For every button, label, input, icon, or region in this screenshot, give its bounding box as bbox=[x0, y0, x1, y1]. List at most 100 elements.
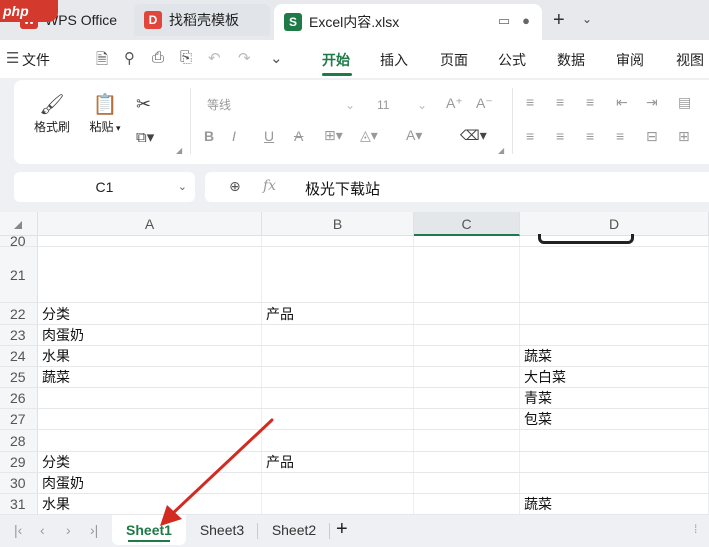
fill-color-icon[interactable]: ◬▾ bbox=[360, 127, 378, 144]
row-header[interactable]: 28 bbox=[0, 430, 38, 451]
chevron-down-icon[interactable]: ⌄ bbox=[582, 12, 592, 26]
cell-c[interactable] bbox=[414, 409, 520, 429]
cell-d[interactable] bbox=[520, 473, 709, 493]
cell-c[interactable] bbox=[414, 430, 520, 451]
cell-c[interactable] bbox=[414, 247, 520, 302]
strikethrough-icon[interactable]: A bbox=[294, 128, 303, 144]
add-sheet-button[interactable]: + bbox=[336, 518, 348, 541]
cell-b[interactable] bbox=[262, 430, 414, 451]
underline-icon[interactable]: U bbox=[264, 128, 274, 144]
row-header[interactable]: 25 bbox=[0, 367, 38, 387]
cell-b[interactable] bbox=[262, 325, 414, 345]
cell-c[interactable] bbox=[414, 303, 520, 324]
increase-font-icon[interactable]: A⁺ bbox=[446, 95, 463, 112]
column-header-c[interactable]: C bbox=[414, 212, 520, 236]
indent-increase-icon[interactable]: ⇥ bbox=[646, 94, 658, 111]
cell-a[interactable]: 分类 bbox=[38, 452, 262, 472]
undo-icon[interactable]: ↶ bbox=[208, 49, 221, 67]
align-middle-icon[interactable]: ≡ bbox=[556, 94, 564, 110]
cell-d[interactable] bbox=[520, 452, 709, 472]
cell-a[interactable]: 水果 bbox=[38, 346, 262, 366]
cell-b[interactable] bbox=[262, 494, 414, 514]
column-header-a[interactable]: A bbox=[38, 212, 262, 236]
last-sheet-icon[interactable]: ›| bbox=[90, 522, 98, 538]
distribute-icon[interactable]: ⊟ bbox=[646, 128, 658, 145]
save-icon[interactable]: 🗎 bbox=[96, 49, 108, 74]
cell-a[interactable] bbox=[38, 236, 262, 246]
chevron-down-icon[interactable]: ⌄ bbox=[270, 49, 283, 67]
align-top-icon[interactable]: ≡ bbox=[526, 94, 534, 110]
cell-c[interactable] bbox=[414, 346, 520, 366]
decrease-font-icon[interactable]: A⁻ bbox=[476, 95, 493, 112]
function-icon[interactable]: fx bbox=[263, 178, 276, 194]
cell-d[interactable] bbox=[520, 303, 709, 324]
cell-b[interactable] bbox=[262, 409, 414, 429]
font-name-select[interactable]: 等线 ⌄ bbox=[200, 93, 362, 115]
cell-a[interactable] bbox=[38, 247, 262, 302]
hamburger-icon[interactable]: ☰ bbox=[6, 49, 19, 67]
menu-formulas[interactable]: 公式 bbox=[498, 50, 526, 70]
expand-icon[interactable]: ◢ bbox=[176, 146, 182, 155]
bold-icon[interactable]: B bbox=[204, 128, 214, 144]
justify-icon[interactable]: ≡ bbox=[616, 128, 624, 144]
new-tab-button[interactable]: + bbox=[553, 9, 565, 32]
border-icon[interactable]: ⊞▾ bbox=[324, 127, 343, 144]
cell-b[interactable] bbox=[262, 473, 414, 493]
cell-c[interactable] bbox=[414, 494, 520, 514]
cell-d[interactable]: 蔬菜 bbox=[520, 494, 709, 514]
redo-icon[interactable]: ↷ bbox=[238, 49, 251, 67]
next-sheet-icon[interactable]: › bbox=[66, 522, 71, 538]
formula-input[interactable]: ⊕ fx 极光下载站 bbox=[205, 172, 709, 202]
cell-d[interactable] bbox=[520, 430, 709, 451]
cell-a[interactable]: 水果 bbox=[38, 494, 262, 514]
row-header[interactable]: 22 bbox=[0, 303, 38, 324]
menu-data[interactable]: 数据 bbox=[557, 50, 585, 70]
name-box[interactable]: C1 ⌄ bbox=[14, 172, 195, 202]
menu-insert[interactable]: 插入 bbox=[380, 50, 408, 70]
column-header-b[interactable]: B bbox=[262, 212, 414, 236]
chevron-down-icon[interactable]: ⌄ bbox=[178, 172, 187, 202]
row-header[interactable]: 23 bbox=[0, 325, 38, 345]
copy-icon[interactable]: ⧉▾ bbox=[136, 128, 154, 146]
merge-cells-icon[interactable]: ⊞ bbox=[678, 128, 690, 145]
row-header[interactable]: 24 bbox=[0, 346, 38, 366]
indent-decrease-icon[interactable]: ⇤ bbox=[616, 94, 628, 111]
menu-file[interactable]: 文件 bbox=[22, 50, 50, 70]
cell-b[interactable] bbox=[262, 346, 414, 366]
sheet-tab-sheet2[interactable]: Sheet2 bbox=[260, 515, 328, 545]
cell-d[interactable]: 大白菜 bbox=[520, 367, 709, 387]
cut-icon[interactable]: ✂ bbox=[136, 94, 151, 115]
cell-a[interactable] bbox=[38, 388, 262, 408]
menu-page[interactable]: 页面 bbox=[440, 50, 468, 70]
cell-a[interactable]: 分类 bbox=[38, 303, 262, 324]
align-center-icon[interactable]: ≡ bbox=[556, 128, 564, 144]
cell-b[interactable] bbox=[262, 236, 414, 246]
expand-icon[interactable]: ◢ bbox=[498, 146, 504, 155]
print-icon[interactable]: ⎙ bbox=[152, 49, 164, 66]
sheet-tab-sheet3[interactable]: Sheet3 bbox=[188, 515, 256, 545]
cell-c[interactable] bbox=[414, 325, 520, 345]
column-header-d[interactable]: D bbox=[520, 212, 709, 236]
link-icon[interactable]: ⚲ bbox=[124, 49, 135, 67]
paste-button[interactable]: 📋 粘贴 ▾ bbox=[84, 92, 126, 135]
cell-a[interactable]: 肉蛋奶 bbox=[38, 473, 262, 493]
cell-c[interactable] bbox=[414, 388, 520, 408]
row-header[interactable]: 21 bbox=[0, 247, 38, 302]
cell-c[interactable] bbox=[414, 367, 520, 387]
cell-a[interactable]: 蔬菜 bbox=[38, 367, 262, 387]
more-icon[interactable]: ⁞ bbox=[694, 522, 697, 536]
cell-c[interactable] bbox=[414, 452, 520, 472]
row-header[interactable]: 20 bbox=[0, 233, 38, 249]
cell-b[interactable] bbox=[262, 367, 414, 387]
embedded-image-fragment[interactable] bbox=[538, 234, 634, 244]
first-sheet-icon[interactable]: |‹ bbox=[14, 522, 22, 538]
row-header[interactable]: 30 bbox=[0, 473, 38, 493]
align-bottom-icon[interactable]: ≡ bbox=[586, 94, 594, 110]
cell-c[interactable] bbox=[414, 473, 520, 493]
sheet-tab-sheet1[interactable]: Sheet1 bbox=[112, 515, 186, 545]
row-header[interactable]: 31 bbox=[0, 494, 38, 514]
cell-d[interactable] bbox=[520, 247, 709, 302]
align-right-icon[interactable]: ≡ bbox=[586, 128, 594, 144]
cell-a[interactable] bbox=[38, 409, 262, 429]
spreadsheet-grid[interactable]: A B C D 20 21 22 分类 产品 23 肉蛋奶 24 水果 蔬菜 25 蔬菜 大白菜 26 青菜… bbox=[0, 212, 709, 515]
